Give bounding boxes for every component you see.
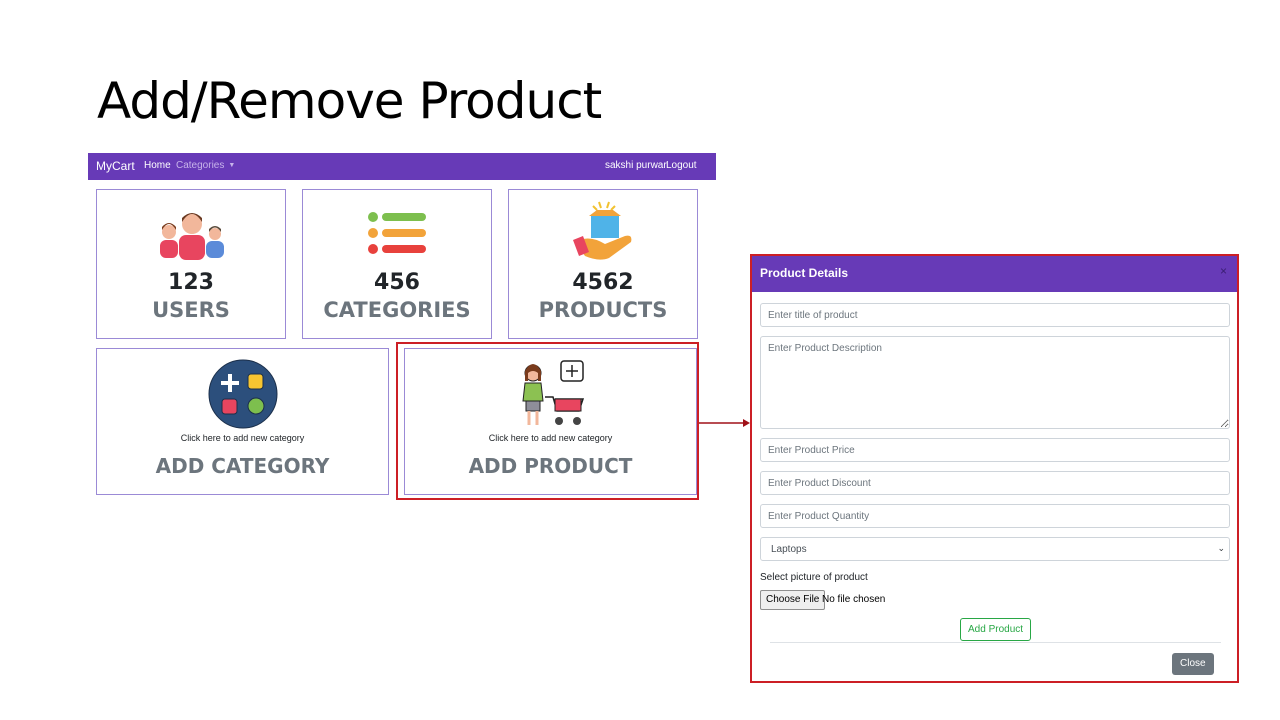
product-box-icon: [573, 201, 632, 260]
products-count: 4562: [572, 270, 634, 295]
nav-user-link[interactable]: sakshi purwar: [605, 160, 667, 171]
nav-categories-dropdown[interactable]: Categories ▼: [176, 160, 235, 171]
categories-card[interactable]: 456 CATEGORIES: [302, 189, 492, 339]
slide-title: Add/Remove Product: [97, 72, 602, 130]
users-icon: [160, 213, 224, 260]
list-icon: [368, 212, 426, 254]
product-title-input[interactable]: [760, 303, 1230, 327]
category-select[interactable]: Laptops ⌄: [760, 537, 1230, 561]
choose-file-button[interactable]: Choose File: [760, 590, 826, 610]
category-select-value: Laptops: [771, 544, 807, 555]
products-label: PRODUCTS: [538, 298, 668, 322]
modal-header: Product Details ×: [752, 256, 1237, 292]
categories-count: 456: [374, 270, 420, 295]
modal-footer-divider: [770, 642, 1221, 643]
add-category-hint: Click here to add new category: [180, 433, 305, 443]
nav-categories-label: Categories: [176, 160, 225, 171]
add-product-highlight: [396, 342, 699, 500]
add-category-icon: [208, 359, 278, 429]
product-details-modal: Product Details × Laptops ⌄ Select pictu…: [750, 254, 1239, 683]
users-label: USERS: [152, 298, 230, 322]
add-product-button[interactable]: Add Product: [960, 618, 1032, 641]
navbar: MyCart Home Categories ▼ sakshi purwar Lo…: [88, 153, 716, 180]
product-price-input[interactable]: [760, 438, 1230, 462]
nav-logout-link[interactable]: Logout: [666, 160, 697, 171]
picture-label: Select picture of product: [760, 572, 868, 583]
product-discount-input[interactable]: [760, 471, 1230, 495]
add-category-label: ADD CATEGORY: [155, 454, 330, 478]
add-category-card[interactable]: Click here to add new category ADD CATEG…: [96, 348, 389, 495]
chevron-down-icon: ⌄: [1217, 543, 1225, 553]
products-card[interactable]: 4562 PRODUCTS: [508, 189, 698, 339]
categories-label: CATEGORIES: [323, 298, 471, 322]
product-quantity-input[interactable]: [760, 504, 1230, 528]
arrow-right-icon: [699, 419, 750, 427]
users-card[interactable]: 123 USERS: [96, 189, 286, 339]
modal-title: Product Details: [760, 266, 849, 280]
users-count: 123: [168, 270, 214, 295]
caret-down-icon: ▼: [228, 161, 236, 169]
brand-link[interactable]: MyCart: [96, 159, 135, 173]
nav-home-link[interactable]: Home: [144, 160, 171, 171]
product-description-input[interactable]: [760, 336, 1230, 429]
file-status: No file chosen: [822, 594, 886, 605]
close-icon[interactable]: ×: [1220, 264, 1227, 278]
close-button[interactable]: Close: [1172, 653, 1214, 675]
